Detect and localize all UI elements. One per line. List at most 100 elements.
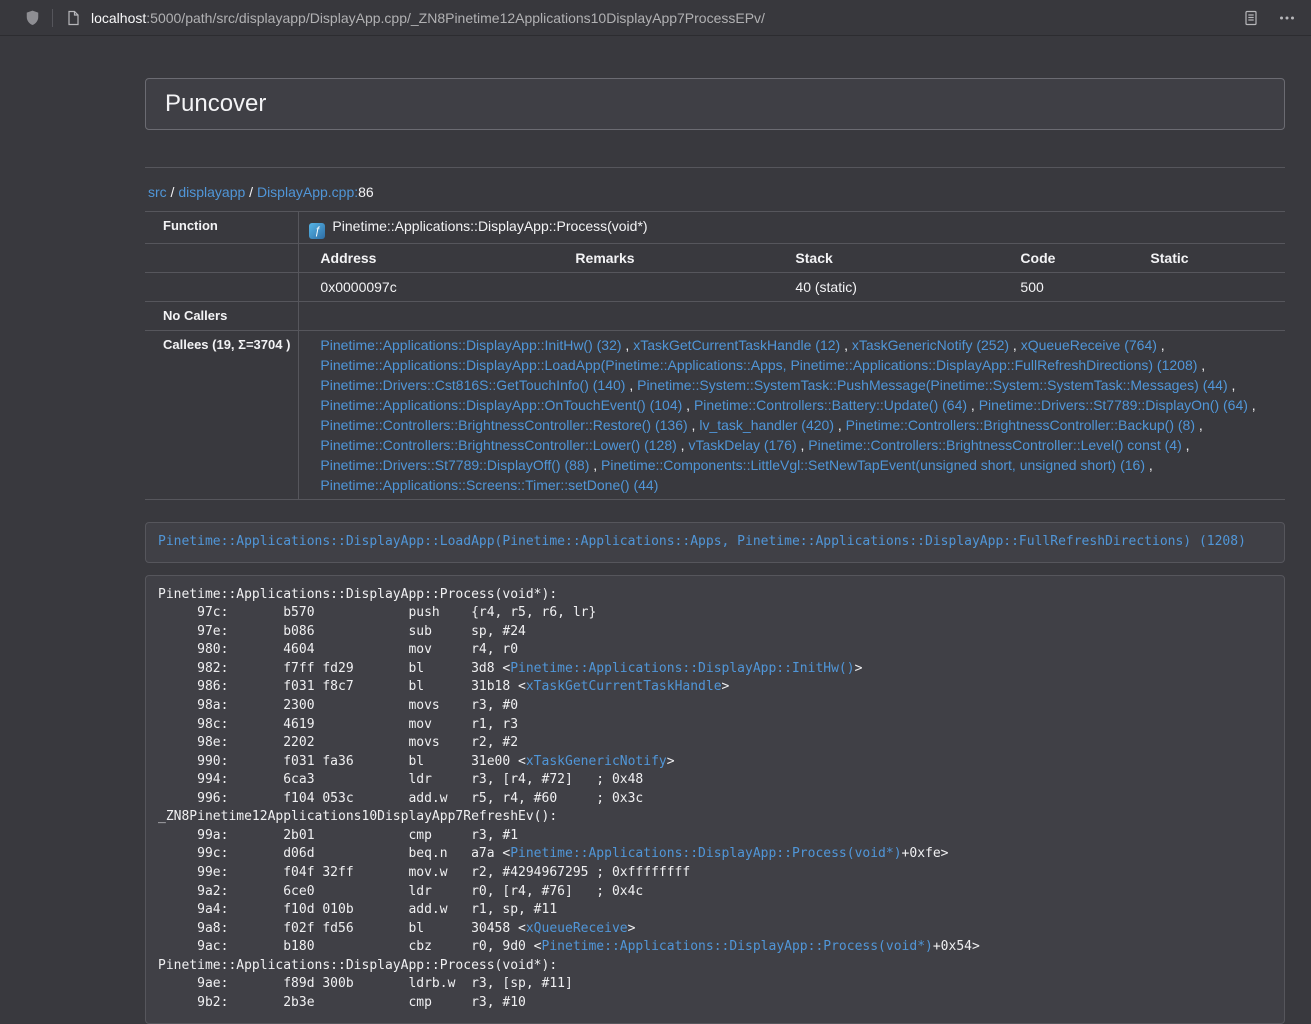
- asm-text: 99e: f04f 32ff mov.w r2, #4294967295 ; 0…: [158, 865, 690, 880]
- toolbar-separator: [52, 9, 53, 27]
- breadcrumb-separator: /: [167, 184, 179, 200]
- breadcrumb-separator: /: [245, 184, 257, 200]
- reader-mode-icon[interactable]: [1241, 8, 1261, 28]
- callee-link[interactable]: Pinetime::Drivers::Cst816S::GetTouchInfo…: [320, 377, 625, 393]
- callees-row: Callees (19, Σ=3704 ) Pinetime::Applicat…: [145, 331, 1285, 500]
- callee-separator: ,: [682, 397, 694, 413]
- asm-text: >: [628, 921, 636, 936]
- asm-symbol-link[interactable]: Pinetime::Applications::DisplayApp::Init…: [510, 661, 854, 676]
- asm-text: 98a: 2300 movs r3, #0: [158, 698, 518, 713]
- no-callers-label: No Callers: [145, 302, 299, 331]
- callee-link[interactable]: Pinetime::System::SystemTask::PushMessag…: [637, 377, 1228, 393]
- header-panel: Puncover: [145, 78, 1285, 130]
- callee-link[interactable]: Pinetime::Controllers::Battery::Update()…: [694, 397, 967, 413]
- highlighted-symbol-line: Pinetime::Applications::DisplayApp::Load…: [145, 522, 1285, 563]
- callee-link[interactable]: Pinetime::Controllers::BrightnessControl…: [320, 437, 676, 453]
- asm-symbol-link[interactable]: xTaskGetCurrentTaskHandle: [526, 679, 722, 694]
- no-callers-row: No Callers: [145, 302, 1285, 331]
- asm-text: 9ac: b180 cbz r0, 9d0 <: [158, 939, 542, 954]
- callee-separator: ,: [834, 417, 846, 433]
- asm-text: 99c: d06d beq.n a7a <: [158, 846, 510, 861]
- asm-text: 97c: b570 push {r4, r5, r6, lr}: [158, 605, 596, 620]
- asm-symbol-link[interactable]: xTaskGenericNotify: [526, 754, 667, 769]
- breadcrumb-line-number: 86: [358, 184, 374, 200]
- callee-link[interactable]: Pinetime::Components::LittleVgl::SetNewT…: [601, 457, 1145, 473]
- asm-text: >: [667, 754, 675, 769]
- callee-separator: ,: [589, 457, 601, 473]
- code-value: 500: [1007, 277, 1137, 297]
- callee-link[interactable]: lv_task_handler (420): [699, 417, 834, 433]
- asm-text: 982: f7ff fd29 bl 3d8 <: [158, 661, 510, 676]
- page-info-icon[interactable]: [63, 8, 83, 28]
- callee-separator: ,: [1145, 457, 1153, 473]
- asm-text: 98e: 2202 movs r2, #2: [158, 735, 518, 750]
- callee-separator: ,: [1228, 377, 1236, 393]
- url-host: localhost: [91, 10, 146, 26]
- callee-link[interactable]: Pinetime::Drivers::St7789::DisplayOn() (…: [979, 397, 1248, 413]
- url-path: :5000/path/src/displayapp/DisplayApp.cpp…: [146, 10, 765, 26]
- callee-link[interactable]: Pinetime::Applications::DisplayApp::Init…: [320, 337, 621, 353]
- callee-link[interactable]: xQueueReceive (764): [1021, 337, 1157, 353]
- callee-separator: ,: [622, 337, 634, 353]
- asm-text: Pinetime::Applications::DisplayApp::Proc…: [158, 587, 557, 602]
- empty-label-cell: [145, 244, 299, 273]
- highlighted-symbol-link[interactable]: Pinetime::Applications::DisplayApp::Load…: [158, 534, 1246, 549]
- column-header-static: Static: [1137, 248, 1277, 268]
- menu-icon[interactable]: [1277, 8, 1297, 28]
- column-header-address: Address: [307, 248, 562, 268]
- callee-separator: ,: [1195, 417, 1203, 433]
- column-header-remarks: Remarks: [562, 248, 782, 268]
- asm-text: 9b2: 2b3e cmp r3, #10: [158, 995, 526, 1010]
- callee-separator: ,: [840, 337, 852, 353]
- asm-text: 9a4: f10d 010b add.w r1, sp, #11: [158, 902, 557, 917]
- asm-symbol-link[interactable]: Pinetime::Applications::DisplayApp::Proc…: [510, 846, 901, 861]
- divider: [145, 167, 1285, 168]
- callee-link[interactable]: Pinetime::Controllers::BrightnessControl…: [846, 417, 1195, 433]
- asm-symbol-link[interactable]: Pinetime::Applications::DisplayApp::Proc…: [542, 939, 933, 954]
- callee-separator: ,: [1182, 437, 1190, 453]
- callee-separator: ,: [625, 377, 637, 393]
- asm-symbol-link[interactable]: xQueueReceive: [526, 921, 628, 936]
- callee-separator: ,: [1248, 397, 1256, 413]
- asm-text: 986: f031 f8c7 bl 31b18 <: [158, 679, 526, 694]
- browser-toolbar: localhost:5000/path/src/displayapp/Displ…: [0, 0, 1311, 36]
- asm-text: 980: 4604 mov r4, r0: [158, 642, 518, 657]
- callee-separator: ,: [1009, 337, 1021, 353]
- asm-text: 9a8: f02f fd56 bl 30458 <: [158, 921, 526, 936]
- callees-label: Callees (19, Σ=3704 ): [145, 331, 299, 500]
- asm-text: 9ae: f89d 300b ldrb.w r3, [sp, #11]: [158, 976, 573, 991]
- callee-separator: ,: [688, 417, 700, 433]
- callee-link[interactable]: Pinetime::Applications::DisplayApp::Load…: [320, 357, 1197, 373]
- function-section-label: Function: [145, 212, 299, 244]
- callee-link[interactable]: xTaskGetCurrentTaskHandle (12): [633, 337, 840, 353]
- callee-link[interactable]: Pinetime::Drivers::St7789::DisplayOff() …: [320, 457, 589, 473]
- callee-link[interactable]: xTaskGenericNotify (252): [852, 337, 1009, 353]
- callee-link[interactable]: Pinetime::Applications::Screens::Timer::…: [320, 477, 658, 493]
- callee-link[interactable]: Pinetime::Applications::DisplayApp::OnTo…: [320, 397, 682, 413]
- column-header-code: Code: [1007, 248, 1137, 268]
- callee-separator: ,: [1197, 357, 1205, 373]
- callee-link[interactable]: vTaskDelay (176): [688, 437, 796, 453]
- callees-cell: Pinetime::Applications::DisplayApp::Init…: [299, 331, 1285, 500]
- asm-text: 996: f104 053c add.w r5, r4, #60 ; 0x3c: [158, 791, 643, 806]
- asm-text: 990: f031 fa36 bl 31e00 <: [158, 754, 526, 769]
- breadcrumb-link[interactable]: DisplayApp.cpp:: [257, 184, 358, 200]
- function-table: Function ƒPinetime::Applications::Displa…: [145, 211, 1285, 500]
- callee-separator: ,: [797, 437, 809, 453]
- values-row: 0x0000097c 40 (static) 500: [145, 273, 1285, 302]
- function-type-icon: ƒ: [309, 223, 325, 239]
- function-row: Function ƒPinetime::Applications::Displa…: [145, 212, 1285, 244]
- asm-text: Pinetime::Applications::DisplayApp::Proc…: [158, 958, 557, 973]
- callee-link[interactable]: Pinetime::Controllers::BrightnessControl…: [808, 437, 1181, 453]
- asm-text: 994: 6ca3 ldr r3, [r4, #72] ; 0x48: [158, 772, 643, 787]
- asm-text: >: [855, 661, 863, 676]
- app-title: Puncover: [165, 90, 266, 118]
- url-bar[interactable]: localhost:5000/path/src/displayapp/Displ…: [63, 3, 1234, 33]
- asm-text: 97e: b086 sub sp, #24: [158, 624, 526, 639]
- breadcrumb-link[interactable]: src: [148, 184, 167, 200]
- url-text[interactable]: localhost:5000/path/src/displayapp/Displ…: [91, 10, 765, 26]
- shield-icon[interactable]: [22, 8, 42, 28]
- address-value: 0x0000097c: [307, 277, 562, 297]
- callee-link[interactable]: Pinetime::Controllers::BrightnessControl…: [320, 417, 687, 433]
- breadcrumb-link[interactable]: displayapp: [178, 184, 245, 200]
